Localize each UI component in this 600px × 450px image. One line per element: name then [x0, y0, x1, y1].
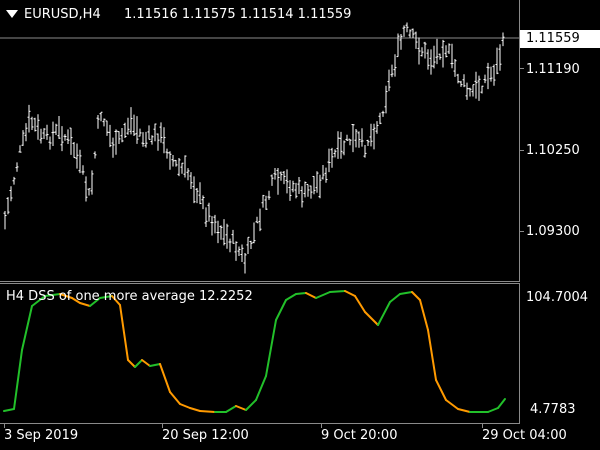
indicator-line-segment [435, 379, 447, 401]
price-axis-label: 1.10250 [526, 143, 580, 158]
indicator-line-segment [225, 405, 237, 413]
indicator-line-segment [411, 291, 421, 301]
price-axis-label: 1.11190 [526, 62, 580, 77]
indicator-line-segment [179, 403, 191, 409]
indicator-line-segment [255, 375, 267, 401]
indicator-line-segment [141, 359, 151, 367]
indicator-line-segment [119, 304, 129, 361]
indicator-line-segment [419, 299, 429, 331]
indicator-line-segment [399, 291, 413, 295]
indicator-canvas[interactable] [0, 0, 520, 450]
indicator-line-segment [427, 329, 437, 381]
indicator-line-segment [275, 299, 287, 321]
indicator-line-segment [3, 408, 15, 412]
indicator-line-segment [235, 405, 247, 411]
indicator-line-segment [265, 319, 277, 377]
price-axis-label: 1.09300 [526, 224, 580, 239]
indicator-min-label: 4.7783 [530, 402, 576, 417]
indicator-line-segment [487, 407, 499, 413]
time-axis-label: 20 Sep 12:00 [162, 428, 249, 443]
indicator-line-segment [169, 391, 181, 405]
current-price-tag: 1.11559 [520, 30, 600, 48]
indicator-line-segment [354, 295, 366, 313]
price-tick-mark [520, 231, 524, 232]
indicator-line-segment [305, 292, 317, 299]
indicator-line-segment [134, 359, 143, 368]
indicator-line-segment [377, 301, 391, 326]
indicator-line-segment [389, 293, 401, 303]
indicator-line-segment [344, 290, 356, 297]
indicator-line-segment [364, 311, 379, 326]
time-axis-label: 9 Oct 20:00 [321, 428, 398, 443]
trading-terminal-window: EURUSD,H4 1.11516 1.11575 1.11514 1.1155… [0, 0, 600, 450]
indicator-line-segment [21, 305, 33, 351]
indicator-line-segment [199, 410, 216, 413]
indicator-line-segment [285, 293, 297, 301]
indicator-line-segment [457, 408, 471, 413]
indicator-line-segment [127, 359, 136, 368]
indicator-line-segment [497, 398, 506, 409]
time-axis-label: 29 Oct 04:00 [482, 428, 567, 443]
indicator-line-segment [13, 349, 23, 410]
indicator-title: H4 DSS of one more average 12.2252 [6, 289, 253, 304]
time-axis-label: 3 Sep 2019 [4, 428, 79, 443]
indicator-line-segment [149, 363, 161, 367]
indicator-max-label: 104.7004 [526, 290, 589, 305]
indicator-line-segment [159, 363, 171, 393]
indicator-line-segment [329, 290, 346, 293]
price-tick-mark [520, 150, 524, 151]
indicator-line-segment [245, 399, 257, 411]
indicator-line-segment [295, 292, 307, 295]
indicator-line-segment [315, 291, 331, 299]
price-tick-mark [520, 68, 524, 69]
indicator-line-segment [189, 407, 201, 412]
indicator-line-segment [445, 399, 459, 410]
